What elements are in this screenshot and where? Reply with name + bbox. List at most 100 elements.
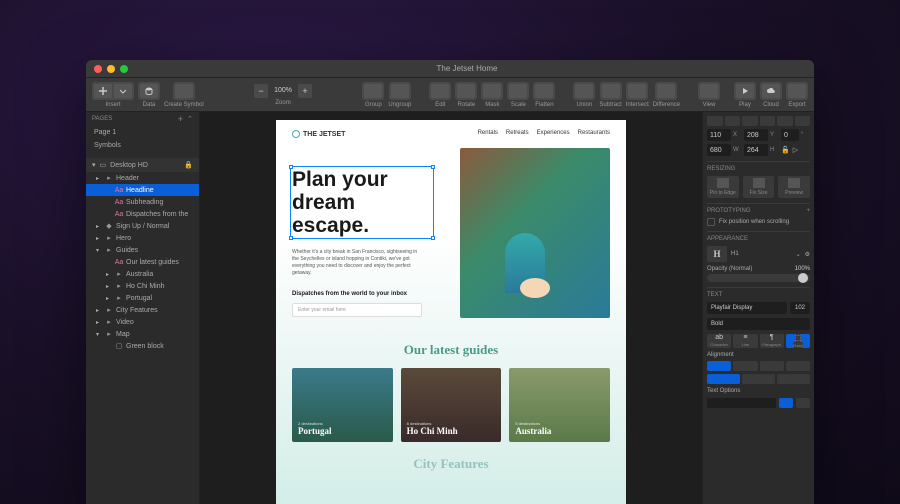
char-spacing-button[interactable]: abCharacter xyxy=(707,334,731,348)
layer-item[interactable]: ▢Green block xyxy=(86,340,199,352)
font-size-input[interactable]: 102 xyxy=(790,302,810,314)
rotation-input[interactable] xyxy=(781,129,799,141)
text-valign-middle-button[interactable] xyxy=(742,374,775,384)
text-valign-bottom-button[interactable] xyxy=(777,374,810,384)
text-align-justify-button[interactable] xyxy=(786,361,810,371)
lock-aspect-icon[interactable]: 🔓 xyxy=(781,146,790,154)
flatten-button[interactable] xyxy=(535,84,553,98)
resize-handle-bl[interactable] xyxy=(289,236,293,240)
pin-to-edge-button[interactable]: Pin to Edge xyxy=(707,176,739,198)
page-item[interactable]: Symbols xyxy=(86,139,199,152)
play-button[interactable] xyxy=(736,84,754,98)
intersect-button[interactable] xyxy=(628,84,646,98)
data-button[interactable] xyxy=(140,84,158,98)
artboard[interactable]: THE JETSET Rentals Retreats Experiences … xyxy=(276,120,626,504)
align-top-button[interactable] xyxy=(760,116,776,126)
create-symbol-button[interactable] xyxy=(175,84,193,98)
insert-dropdown-button[interactable] xyxy=(114,84,132,98)
x-input[interactable] xyxy=(707,129,731,141)
align-right-button[interactable] xyxy=(742,116,758,126)
maximize-icon[interactable] xyxy=(120,65,128,73)
style-options-icon[interactable]: ⚙ xyxy=(805,251,810,258)
group-button[interactable] xyxy=(364,84,382,98)
font-weight-select[interactable]: Bold xyxy=(707,318,810,330)
zoom-out-button[interactable]: − xyxy=(254,84,268,98)
layer-item[interactable]: ▸▸City Features xyxy=(86,304,199,316)
layer-item[interactable]: ▸▸Hero xyxy=(86,232,199,244)
h-input[interactable] xyxy=(744,144,768,156)
line-spacing-button[interactable]: ≡Line xyxy=(733,334,757,348)
page-item[interactable]: Page 1 xyxy=(86,126,199,139)
guides-row: 2 destinationsPortugal 8 destinationsHo … xyxy=(292,368,610,442)
layer-type-icon: ▸ xyxy=(115,270,123,278)
layer-item[interactable]: ▸▸Video xyxy=(86,316,199,328)
canvas[interactable]: THE JETSET Rentals Retreats Experiences … xyxy=(200,112,702,504)
text-valign-top-button[interactable] xyxy=(707,374,740,384)
text-opt-b[interactable] xyxy=(796,398,810,408)
zoom-value[interactable]: 100% xyxy=(270,87,296,94)
mask-button[interactable] xyxy=(483,84,501,98)
layer-item[interactable]: AaSubheading xyxy=(86,196,199,208)
layer-item[interactable]: ▾▸Guides xyxy=(86,244,199,256)
resize-handle-tr[interactable] xyxy=(431,165,435,169)
pages-collapse-icon[interactable]: ⌃ xyxy=(187,115,193,123)
rotate-button[interactable] xyxy=(457,84,475,98)
headline-layer[interactable]: Plan your dream escape. xyxy=(292,168,432,237)
layer-item[interactable]: ▾▸Map xyxy=(86,328,199,340)
difference-button[interactable] xyxy=(657,84,675,98)
add-prototype-button[interactable]: + xyxy=(806,208,810,214)
text-opt-a[interactable] xyxy=(779,398,793,408)
layer-item[interactable]: AaOur latest guides xyxy=(86,256,199,268)
opacity-slider[interactable] xyxy=(707,274,810,282)
union-button[interactable] xyxy=(575,84,593,98)
layer-item[interactable]: AaDispatches from the xyxy=(86,208,199,220)
layer-item[interactable]: ▸▸Australia xyxy=(86,268,199,280)
shared-style-button[interactable]: H H1 ⌄ ⚙ xyxy=(707,246,810,262)
fixed-width-button[interactable]: ⬚Fixed xyxy=(786,334,810,348)
align-bottom-button[interactable] xyxy=(795,116,811,126)
y-input[interactable] xyxy=(744,129,768,141)
align-center-v-button[interactable] xyxy=(777,116,793,126)
view-button[interactable] xyxy=(700,84,718,98)
slider-thumb[interactable] xyxy=(798,273,808,283)
artboard-header[interactable]: ▾ ▭ Desktop HD 🔒 xyxy=(86,158,199,172)
insert-button[interactable] xyxy=(94,84,112,98)
font-family-select[interactable]: Playfair Display xyxy=(707,302,787,314)
text-align-center-button[interactable] xyxy=(733,361,757,371)
close-icon[interactable] xyxy=(94,65,102,73)
resize-handle-br[interactable] xyxy=(431,236,435,240)
scale-button[interactable] xyxy=(509,84,527,98)
layer-item[interactable]: ▸▸Header xyxy=(86,172,199,184)
fix-size-button[interactable]: Fix Size xyxy=(743,176,775,198)
layer-item[interactable]: ▸▸Ho Chi Minh xyxy=(86,280,199,292)
layer-item[interactable]: ▸▸Portugal xyxy=(86,292,199,304)
appearance-header: APPEARANCE xyxy=(707,236,810,242)
cloud-button[interactable] xyxy=(762,84,780,98)
align-center-h-button[interactable] xyxy=(725,116,741,126)
preview-button[interactable]: Preview xyxy=(778,176,810,198)
flip-h-icon[interactable]: ▷ xyxy=(793,146,798,154)
text-align-left-button[interactable] xyxy=(707,361,731,371)
layer-item[interactable]: ▸◆Sign Up / Normal xyxy=(86,220,199,232)
align-left-button[interactable] xyxy=(707,116,723,126)
left-panel: PAGES+⌃ Page 1 Symbols ▾ ▭ Desktop HD 🔒 … xyxy=(86,112,200,504)
lock-icon[interactable]: 🔒 xyxy=(184,161,193,169)
text-align-right-button[interactable] xyxy=(760,361,784,371)
resize-handle-tl[interactable] xyxy=(289,165,293,169)
export-button[interactable] xyxy=(788,84,806,98)
edit-button[interactable] xyxy=(431,84,449,98)
text-style-select[interactable] xyxy=(707,398,776,408)
para-spacing-button[interactable]: ¶Paragraph xyxy=(760,334,784,348)
ungroup-button[interactable] xyxy=(391,84,409,98)
style-dropdown-icon[interactable]: ⌄ xyxy=(796,251,801,258)
minimize-icon[interactable] xyxy=(107,65,115,73)
zoom-in-button[interactable]: + xyxy=(298,84,312,98)
add-page-button[interactable]: + xyxy=(178,114,183,124)
layer-item[interactable]: AaHeadline xyxy=(86,184,199,196)
subtract-button[interactable] xyxy=(602,84,620,98)
guides-heading: Our latest guides xyxy=(276,342,626,358)
guide-card: 8 destinationsHo Chi Minh xyxy=(401,368,502,442)
fix-scroll-checkbox[interactable]: Fix position when scrolling xyxy=(707,218,810,226)
w-input[interactable] xyxy=(707,144,731,156)
guide-card: 2 destinationsPortugal xyxy=(292,368,393,442)
